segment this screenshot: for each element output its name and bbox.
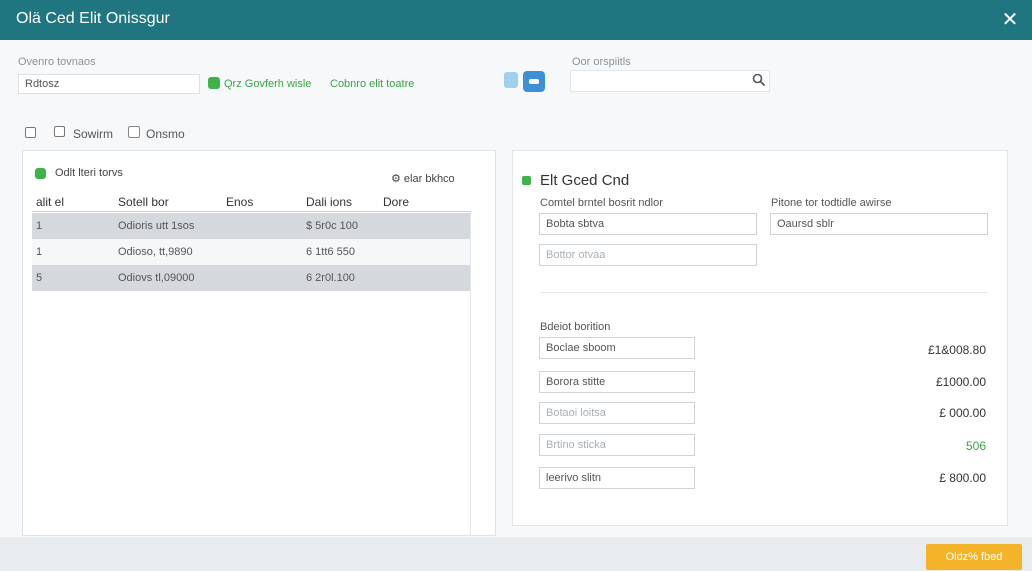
window-title: Olä Ced Elit Onissgur xyxy=(16,10,170,27)
column-header[interactable]: alit el xyxy=(36,195,64,209)
amount-field[interactable]: leerivo slitn xyxy=(539,467,695,489)
table-row[interactable]: 1 Odioris utt 1sos $ 5r0c 100 xyxy=(32,213,471,239)
option-label-2: Onsmo xyxy=(146,127,185,141)
column-header[interactable]: Dore xyxy=(383,195,409,209)
cell-id: 1 xyxy=(36,220,43,232)
amount-field[interactable]: Borora stitte xyxy=(539,371,695,393)
cell-id: 1 xyxy=(36,246,43,258)
table-row[interactable]: 5 Odiovs tl,09000 6 2r0l.100 xyxy=(32,265,471,291)
option-label-1: Sowirm xyxy=(73,127,114,141)
amount-value: £1&008.80 xyxy=(927,343,986,357)
section-divider xyxy=(540,292,988,293)
table-action-label: elar bkhco xyxy=(403,173,455,185)
amount-value: £ 800.00 xyxy=(939,471,986,485)
close-icon[interactable]: ✕ xyxy=(1000,7,1020,32)
confirm-button[interactable]: Oldz% fbed xyxy=(926,544,1022,570)
list-icon xyxy=(35,168,46,179)
panel-scrollbar-edge xyxy=(470,212,471,536)
field-input[interactable]: Bobta sbtva xyxy=(539,213,757,235)
field-input[interactable]: Oaursd sblr xyxy=(770,213,988,235)
search-icon[interactable] xyxy=(752,73,766,87)
filter-label: Ovenro tovnaos xyxy=(18,56,96,68)
detail-title: Elt Gced Cnd xyxy=(540,172,630,189)
field-label: Pitone tor todtidle awirse xyxy=(771,197,892,209)
add-icon xyxy=(208,77,220,89)
cell-amount: 6 1tt6 550 xyxy=(306,246,355,258)
link-primary[interactable]: Qrz Govferh wisle xyxy=(224,78,311,90)
amount-value: £ 000.00 xyxy=(939,406,986,420)
settings-icon: ⚙ xyxy=(391,173,404,185)
cell-amount: 6 2r0l.100 xyxy=(306,272,355,284)
chat-icon[interactable] xyxy=(523,71,545,92)
amount-field[interactable]: Boclae sboom xyxy=(539,337,695,359)
chat-bubble-icon xyxy=(54,126,65,137)
column-header[interactable]: Sotell bor xyxy=(118,195,169,209)
table-title: Odlt lteri torvs xyxy=(55,167,123,179)
amount-value: £1000.00 xyxy=(935,375,986,389)
table-action[interactable]: ⚙ elar bkhco xyxy=(391,172,455,185)
header-divider xyxy=(32,211,471,212)
search-label: Oor orspiitls xyxy=(572,56,631,68)
results-panel xyxy=(22,150,496,536)
title-bar: Olä Ced Elit Onissgur ✕ xyxy=(0,0,1032,40)
amount-field[interactable]: Brtino sticka xyxy=(539,434,695,456)
column-header[interactable]: Dali ions xyxy=(306,195,352,209)
field-input[interactable]: Bottor otvaa xyxy=(539,244,757,266)
status-icon xyxy=(522,176,531,185)
table-row[interactable]: 1 Odioso, tt,9890 6 1tt6 550 xyxy=(32,239,471,265)
cell-name: Odioso, tt,9890 xyxy=(118,246,193,258)
amount-field[interactable]: Botaoi loitsa xyxy=(539,402,695,424)
cell-amount: $ 5r0c 100 xyxy=(306,220,358,232)
dialog-footer xyxy=(0,537,1032,571)
link-secondary[interactable]: Cobnro elit toatre xyxy=(330,78,414,90)
copy-icon[interactable] xyxy=(25,127,36,138)
column-header[interactable]: Enos xyxy=(226,195,253,209)
amount-value: 506 xyxy=(965,439,986,453)
field-label: Comtel brntel bosrit ndlor xyxy=(540,197,663,209)
filter-input[interactable]: Rdtosz xyxy=(18,74,200,94)
option-checkbox[interactable] xyxy=(128,126,140,138)
cell-id: 5 xyxy=(36,272,43,284)
cell-name: Odiovs tl,09000 xyxy=(118,272,195,284)
section-label: Bdeiot borition xyxy=(540,321,611,333)
document-icon[interactable] xyxy=(504,72,518,88)
search-input[interactable] xyxy=(570,70,770,92)
cell-name: Odioris utt 1sos xyxy=(118,220,195,232)
